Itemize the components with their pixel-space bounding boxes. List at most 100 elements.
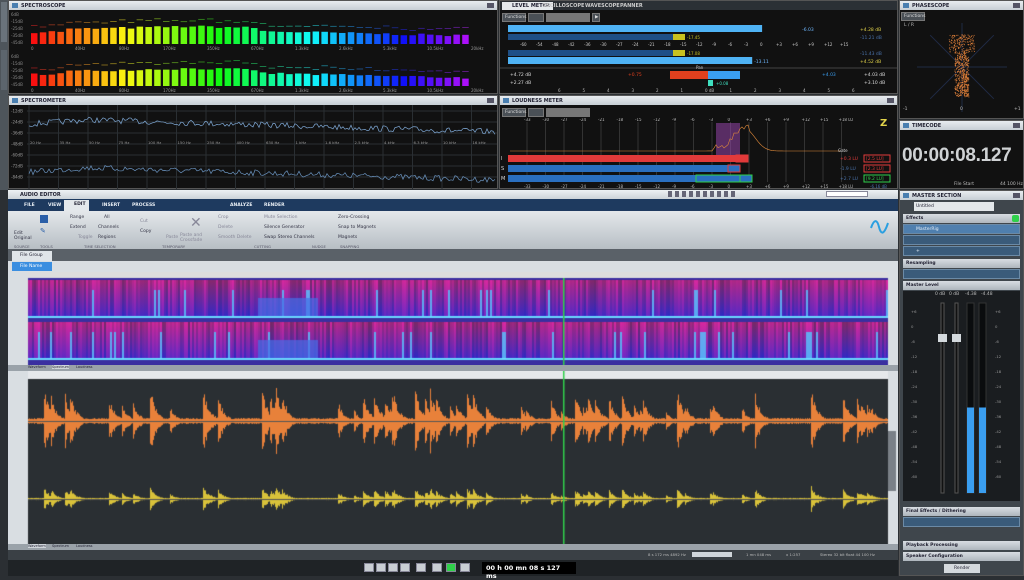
preset-field[interactable]: Untitled	[914, 202, 994, 211]
paste-crossfade-button[interactable]: Paste and Crossfade	[180, 233, 204, 243]
tool-pencil-icon[interactable]: ✎	[40, 227, 48, 235]
tab-waveform[interactable]: Waveform	[28, 544, 46, 548]
previous-marker-button[interactable]	[376, 563, 386, 572]
spectrogram-view[interactable]	[8, 272, 898, 365]
apply-button[interactable]: ▶	[592, 13, 600, 22]
tab-edit[interactable]: EDIT	[64, 200, 89, 211]
phase-dot	[954, 52, 956, 54]
effect-slot-2[interactable]	[903, 235, 1020, 245]
db-tick: -45dB	[11, 40, 23, 45]
speaker-configuration-section[interactable]: Speaker Configuration	[903, 552, 1020, 561]
rewind-button[interactable]	[388, 563, 398, 572]
play-button[interactable]	[446, 563, 456, 572]
snap-magnets-checkbox[interactable]: Snap to Magnets	[338, 225, 376, 230]
effects-power-icon[interactable]	[1012, 215, 1019, 222]
all-button[interactable]: All	[104, 215, 110, 220]
panel-menu-icon[interactable]	[887, 98, 894, 103]
range-button[interactable]: Range	[70, 215, 84, 220]
tab-analyze[interactable]: ANALYZE	[220, 201, 256, 210]
waveform-view[interactable]	[8, 371, 898, 544]
phase-dot	[962, 63, 964, 65]
tab-waveform[interactable]: Waveform	[28, 365, 46, 369]
freq-tick: 670Hz	[251, 46, 264, 51]
effect-slot-1[interactable]: MasterRig	[903, 224, 1020, 234]
swap-stereo-button[interactable]: Swap Stereo Channels	[264, 235, 315, 240]
record-button[interactable]	[460, 563, 470, 572]
phase-dot	[957, 57, 959, 59]
file-group-tab[interactable]: File Group	[12, 251, 52, 261]
mute-selection-button[interactable]: Mute Selection	[264, 215, 297, 220]
tab-process[interactable]: PROCESS	[122, 201, 158, 210]
final-effects-section[interactable]: Final Effects / Dithering	[903, 507, 1020, 516]
tool-select-icon[interactable]	[40, 215, 48, 223]
effect-slot-add[interactable]: +	[903, 246, 1020, 256]
regions-dropdown[interactable]: Regions	[98, 235, 116, 240]
phase-dot	[966, 72, 968, 74]
resampling-slot[interactable]	[903, 269, 1020, 279]
master-level-section[interactable]: Master Level	[903, 281, 1020, 290]
peak-hold	[31, 67, 38, 69]
tab-oscilloscope[interactable]: OSCILLOSCOPE	[542, 3, 584, 9]
resampling-section[interactable]: Resampling	[903, 259, 1020, 268]
toggle-button[interactable]: Toggle	[78, 235, 92, 240]
go-to-start-button[interactable]	[364, 563, 374, 572]
tab-render[interactable]: RENDER	[254, 201, 288, 210]
file-tab[interactable]: File Name	[12, 262, 52, 271]
preset-button[interactable]	[528, 13, 544, 22]
silence-generator-button[interactable]: Silence Generator	[264, 225, 305, 230]
phase-dot	[958, 62, 960, 64]
paste-button[interactable]: Paste	[166, 235, 178, 240]
panel-menu-icon[interactable]	[487, 98, 494, 103]
phasescope-panel: PHASESCOPE Functions L / R -1 0 +1	[899, 0, 1024, 119]
timecode-mode[interactable]: File Start	[954, 182, 974, 187]
phase-dot	[967, 86, 969, 88]
tab-loudness[interactable]: Loudness	[76, 365, 93, 369]
extend-button[interactable]: Extend	[70, 225, 86, 230]
side-tab-spectrometer[interactable]	[1, 50, 7, 90]
tab-spectrum[interactable]: Spectrum	[52, 365, 69, 369]
tab-spectrum[interactable]: Spectrum	[52, 544, 69, 548]
cut-button[interactable]: Cut	[140, 219, 148, 224]
functions-button[interactable]: Functions	[502, 13, 527, 22]
render-button[interactable]: Render	[944, 564, 980, 573]
crop-button[interactable]: Crop	[218, 215, 229, 220]
panel-menu-icon[interactable]	[1013, 3, 1020, 8]
fast-forward-button[interactable]	[400, 563, 410, 572]
preset-selector[interactable]	[546, 108, 590, 117]
smooth-delete-button[interactable]: Smooth Delete	[218, 235, 252, 240]
tab-file[interactable]: FILE	[14, 201, 38, 210]
zoom-slider[interactable]	[692, 552, 732, 557]
phase-dot	[948, 48, 950, 50]
tab-insert[interactable]: INSERT	[92, 201, 123, 210]
side-tab-spectroscope[interactable]	[1, 2, 7, 42]
tab-view[interactable]: VIEW	[38, 201, 64, 210]
channels-dropdown[interactable]: Channels	[98, 225, 119, 230]
preset-button[interactable]	[528, 108, 544, 117]
zero-crossing-checkbox[interactable]: Zero-Crossing	[338, 215, 369, 220]
phase-dot	[963, 50, 965, 52]
cut-delete-button[interactable]: Delete	[218, 225, 233, 230]
panel-menu-icon[interactable]	[1013, 193, 1020, 198]
panel-menu-icon[interactable]	[1013, 123, 1020, 128]
tab-loudness[interactable]: Loudness	[76, 544, 93, 548]
edit-original-button[interactable]: Edit Original	[14, 231, 32, 241]
loop-button[interactable]	[416, 563, 426, 572]
toolbar-icons[interactable]	[668, 191, 738, 197]
magnets-dropdown[interactable]: Magnets	[338, 235, 357, 240]
stop-button[interactable]	[432, 563, 442, 572]
effects-section[interactable]: Effects	[903, 214, 1020, 223]
preset-selector[interactable]	[546, 13, 590, 22]
phase-dot	[959, 92, 961, 94]
panel-menu-icon[interactable]	[487, 3, 494, 8]
phase-dot	[956, 38, 958, 40]
format-readout[interactable]: Stereo 32 bit float 44 100 Hz	[820, 552, 875, 557]
functions-button[interactable]: Functions	[502, 108, 527, 117]
copy-button[interactable]: Copy	[140, 229, 151, 234]
spectrum-bar	[66, 70, 73, 86]
tab-panner[interactable]: PANNER	[620, 3, 643, 9]
tab-wavescope[interactable]: WAVESCOPE	[585, 3, 620, 9]
playback-processing-section[interactable]: Playback Processing	[903, 541, 1020, 550]
functions-button[interactable]: Functions	[901, 12, 926, 21]
file-selector[interactable]	[826, 191, 868, 197]
dither-slot[interactable]	[903, 517, 1020, 527]
